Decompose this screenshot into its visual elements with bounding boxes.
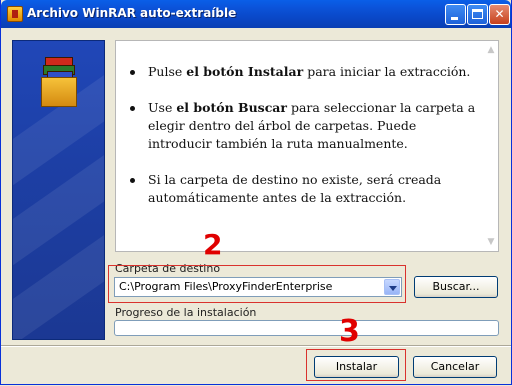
annotation-step-2: 2 — [203, 228, 223, 261]
instruction-text: Pulse — [148, 64, 187, 79]
annotation-box-install — [306, 349, 406, 381]
title-bar[interactable]: Archivo WinRAR auto-extraíble ✕ — [1, 0, 511, 28]
instruction-text: Si la carpeta de destino no existe, será… — [148, 172, 442, 205]
window-title: Archivo WinRAR auto-extraíble — [27, 6, 237, 20]
instruction-bold-text: el botón Instalar — [186, 64, 304, 79]
annotation-box-destination — [108, 265, 406, 303]
instruction-bold-text: el botón Buscar — [176, 100, 287, 115]
side-banner — [12, 40, 105, 340]
instruction-item: Use el botón Buscar para seleccionar la … — [130, 99, 478, 153]
browse-button[interactable]: Buscar... — [414, 276, 498, 298]
bullet-icon — [130, 178, 135, 183]
bullet-icon — [130, 70, 135, 75]
annotation-step-3: 3 — [339, 314, 360, 349]
maximize-icon — [472, 9, 483, 19]
winrar-books-icon — [37, 57, 81, 109]
scroll-up-icon[interactable]: ▲ — [484, 43, 498, 57]
minimize-icon — [451, 17, 458, 20]
cancel-button[interactable]: Cancelar — [413, 356, 497, 378]
close-icon: ✕ — [494, 7, 505, 21]
minimize-button[interactable] — [445, 4, 466, 25]
divider — [1, 345, 511, 347]
install-progress-bar — [114, 320, 499, 336]
maximize-button[interactable] — [467, 4, 488, 25]
close-button[interactable]: ✕ — [489, 4, 510, 25]
progress-label: Progreso de la instalación — [115, 306, 257, 319]
scroll-down-icon[interactable]: ▼ — [484, 235, 498, 249]
instruction-text: para iniciar la extracción. — [303, 64, 471, 79]
instruction-text: Use — [148, 100, 177, 115]
instructions-panel: Pulse el botón Instalar para iniciar la … — [115, 40, 499, 252]
bullet-icon — [130, 106, 135, 111]
winrar-icon — [7, 6, 23, 22]
box-icon — [41, 77, 77, 107]
instruction-item: Si la carpeta de destino no existe, será… — [130, 171, 478, 207]
instruction-item: Pulse el botón Instalar para iniciar la … — [130, 63, 478, 81]
winrar-sfx-dialog: Archivo WinRAR auto-extraíble ✕ Pulse el… — [0, 0, 512, 385]
